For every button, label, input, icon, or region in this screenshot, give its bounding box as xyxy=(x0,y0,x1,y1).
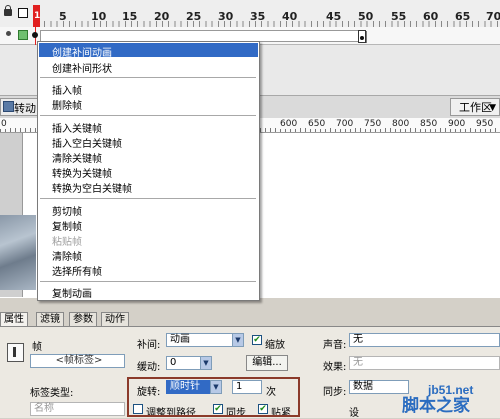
menu-separator xyxy=(40,281,256,282)
menu-separator xyxy=(40,198,256,199)
frame-number: 30 xyxy=(218,10,234,23)
frame-label-placeholder: <帧标签> xyxy=(55,355,103,366)
tab-filters[interactable]: 滤镜 xyxy=(36,312,64,326)
menu-separator xyxy=(40,115,256,116)
label-type-select[interactable]: 名称 xyxy=(30,402,125,416)
menu-item-create-shape-tween[interactable]: 创建补间形状 xyxy=(52,60,112,75)
ruler-label: 650 xyxy=(307,119,327,129)
frame-label-input[interactable]: <帧标签> xyxy=(30,354,125,368)
ruler-label: 700 xyxy=(335,119,355,129)
chevron-down-icon[interactable]: ▼ xyxy=(200,356,212,370)
workspace-label: 工作区 xyxy=(459,101,492,114)
annotation-highlight-box xyxy=(127,377,300,417)
tween-label: 补间: xyxy=(137,340,161,351)
sound-label: 声音: xyxy=(323,340,347,351)
frame-number: 25 xyxy=(186,10,202,23)
ruler-label: 900 xyxy=(447,119,467,129)
frame-number: 40 xyxy=(282,10,298,23)
frame-number: 20 xyxy=(154,10,170,23)
frame-number: 15 xyxy=(122,10,138,23)
frame-number: 10 xyxy=(91,10,107,23)
label-type-label: 标签类型: xyxy=(30,388,74,399)
lock-icon[interactable] xyxy=(4,5,12,16)
effect-value: 无 xyxy=(353,357,363,368)
frame-number: 5 xyxy=(59,10,67,23)
current-frame-number: 1 xyxy=(34,11,41,21)
edit-ease-label: 编辑... xyxy=(252,357,282,368)
sound-select[interactable]: 无 xyxy=(349,333,500,347)
scene-icon xyxy=(3,101,14,112)
frame-icon xyxy=(7,343,24,362)
frame-number: 45 xyxy=(326,10,342,23)
ruler-label: 800 xyxy=(391,119,411,129)
watermark-logo-graphic: 脚本之家 xyxy=(402,395,470,416)
ease-value: 0 xyxy=(170,357,177,368)
keyframe-end-dot xyxy=(360,36,364,40)
stage-image[interactable] xyxy=(0,215,36,290)
tab-actions[interactable]: 动作 xyxy=(101,312,129,326)
tab-properties[interactable]: 属性 xyxy=(0,312,28,326)
ruler-label: 600 xyxy=(279,119,299,129)
frame-span-end xyxy=(366,31,367,43)
effect-label: 效果: xyxy=(323,362,347,373)
frame-number: 70 xyxy=(486,10,500,23)
menu-item-convert-to-blank-keyframe[interactable]: 转换为空白关键帧 xyxy=(52,180,132,195)
watermark-logo: 脚本之家 xyxy=(402,395,496,416)
menu-item-copy-motion[interactable]: 复制动画 xyxy=(52,285,92,300)
effect-select[interactable]: 无 xyxy=(349,356,500,370)
ruler-label: 0 xyxy=(0,119,8,129)
frame-number: 60 xyxy=(423,10,439,23)
menu-item-create-motion-tween[interactable]: 创建补间动画 xyxy=(52,44,112,59)
frame-number: 65 xyxy=(455,10,471,23)
chevron-down-icon[interactable]: ▼ xyxy=(232,333,244,347)
menu-item-insert-frame[interactable]: 插入帧 xyxy=(52,82,82,97)
menu-item-paste-frames: 粘贴帧 xyxy=(52,237,82,248)
workspace-button[interactable]: 工作区 ▼ xyxy=(450,98,500,116)
layer-visibility-icon[interactable] xyxy=(6,31,11,36)
context-menu: 创建补间动画 创建补间形状 插入帧 删除帧 插入关键帧 插入空白关键帧 清除关键… xyxy=(37,41,260,301)
menu-separator xyxy=(40,77,256,78)
tween-select[interactable]: 动画 xyxy=(166,333,234,347)
menu-item-insert-blank-keyframe[interactable]: 插入空白关键帧 xyxy=(52,135,122,150)
menu-item-copy-frames[interactable]: 复制帧 xyxy=(52,218,82,233)
outline-toggle-icon[interactable] xyxy=(18,8,28,18)
sync-sound-value: 数据 xyxy=(353,381,373,392)
scale-label: 缩放 xyxy=(265,340,285,351)
tween-value: 动画 xyxy=(170,334,190,345)
frame-number: 35 xyxy=(250,10,266,23)
frame-number: 55 xyxy=(391,10,407,23)
menu-item-convert-to-keyframe[interactable]: 转换为关键帧 xyxy=(52,165,112,180)
frame-number: 50 xyxy=(358,10,374,23)
layer-outline-icon[interactable] xyxy=(18,30,28,40)
frame-heading: 帧 xyxy=(32,342,42,353)
sync-sound-select[interactable]: 数据 xyxy=(349,380,409,394)
scene-label: 转动 xyxy=(14,102,36,115)
menu-item-select-all-frames[interactable]: 选择所有帧 xyxy=(52,263,102,278)
scale-checkbox[interactable]: ✔ xyxy=(252,335,262,345)
menu-item-cut-frames[interactable]: 剪切帧 xyxy=(52,203,82,218)
ruler-label: 850 xyxy=(419,119,439,129)
chevron-down-icon: ▼ xyxy=(489,103,496,113)
ease-input[interactable]: 0 xyxy=(166,356,202,370)
keyframe-start[interactable] xyxy=(32,32,38,38)
menu-item-clear-keyframe[interactable]: 清除关键帧 xyxy=(52,150,102,165)
label-type-value: 名称 xyxy=(34,403,54,414)
menu-item-clear-frames[interactable]: 清除帧 xyxy=(52,248,82,263)
ruler-label: 750 xyxy=(363,119,383,129)
svg-text:脚本之家: 脚本之家 xyxy=(402,395,470,415)
sound-value: 无 xyxy=(353,334,363,345)
sync-sound-label: 同步: xyxy=(323,387,347,398)
ruler-label: 950 xyxy=(475,119,495,129)
menu-item-remove-frames[interactable]: 删除帧 xyxy=(52,97,82,112)
tab-parameters[interactable]: 参数 xyxy=(69,312,97,326)
edit-ease-button[interactable]: 编辑... xyxy=(246,355,288,371)
ease-label: 缓动: xyxy=(137,362,161,373)
menu-item-insert-keyframe[interactable]: 插入关键帧 xyxy=(52,120,102,135)
